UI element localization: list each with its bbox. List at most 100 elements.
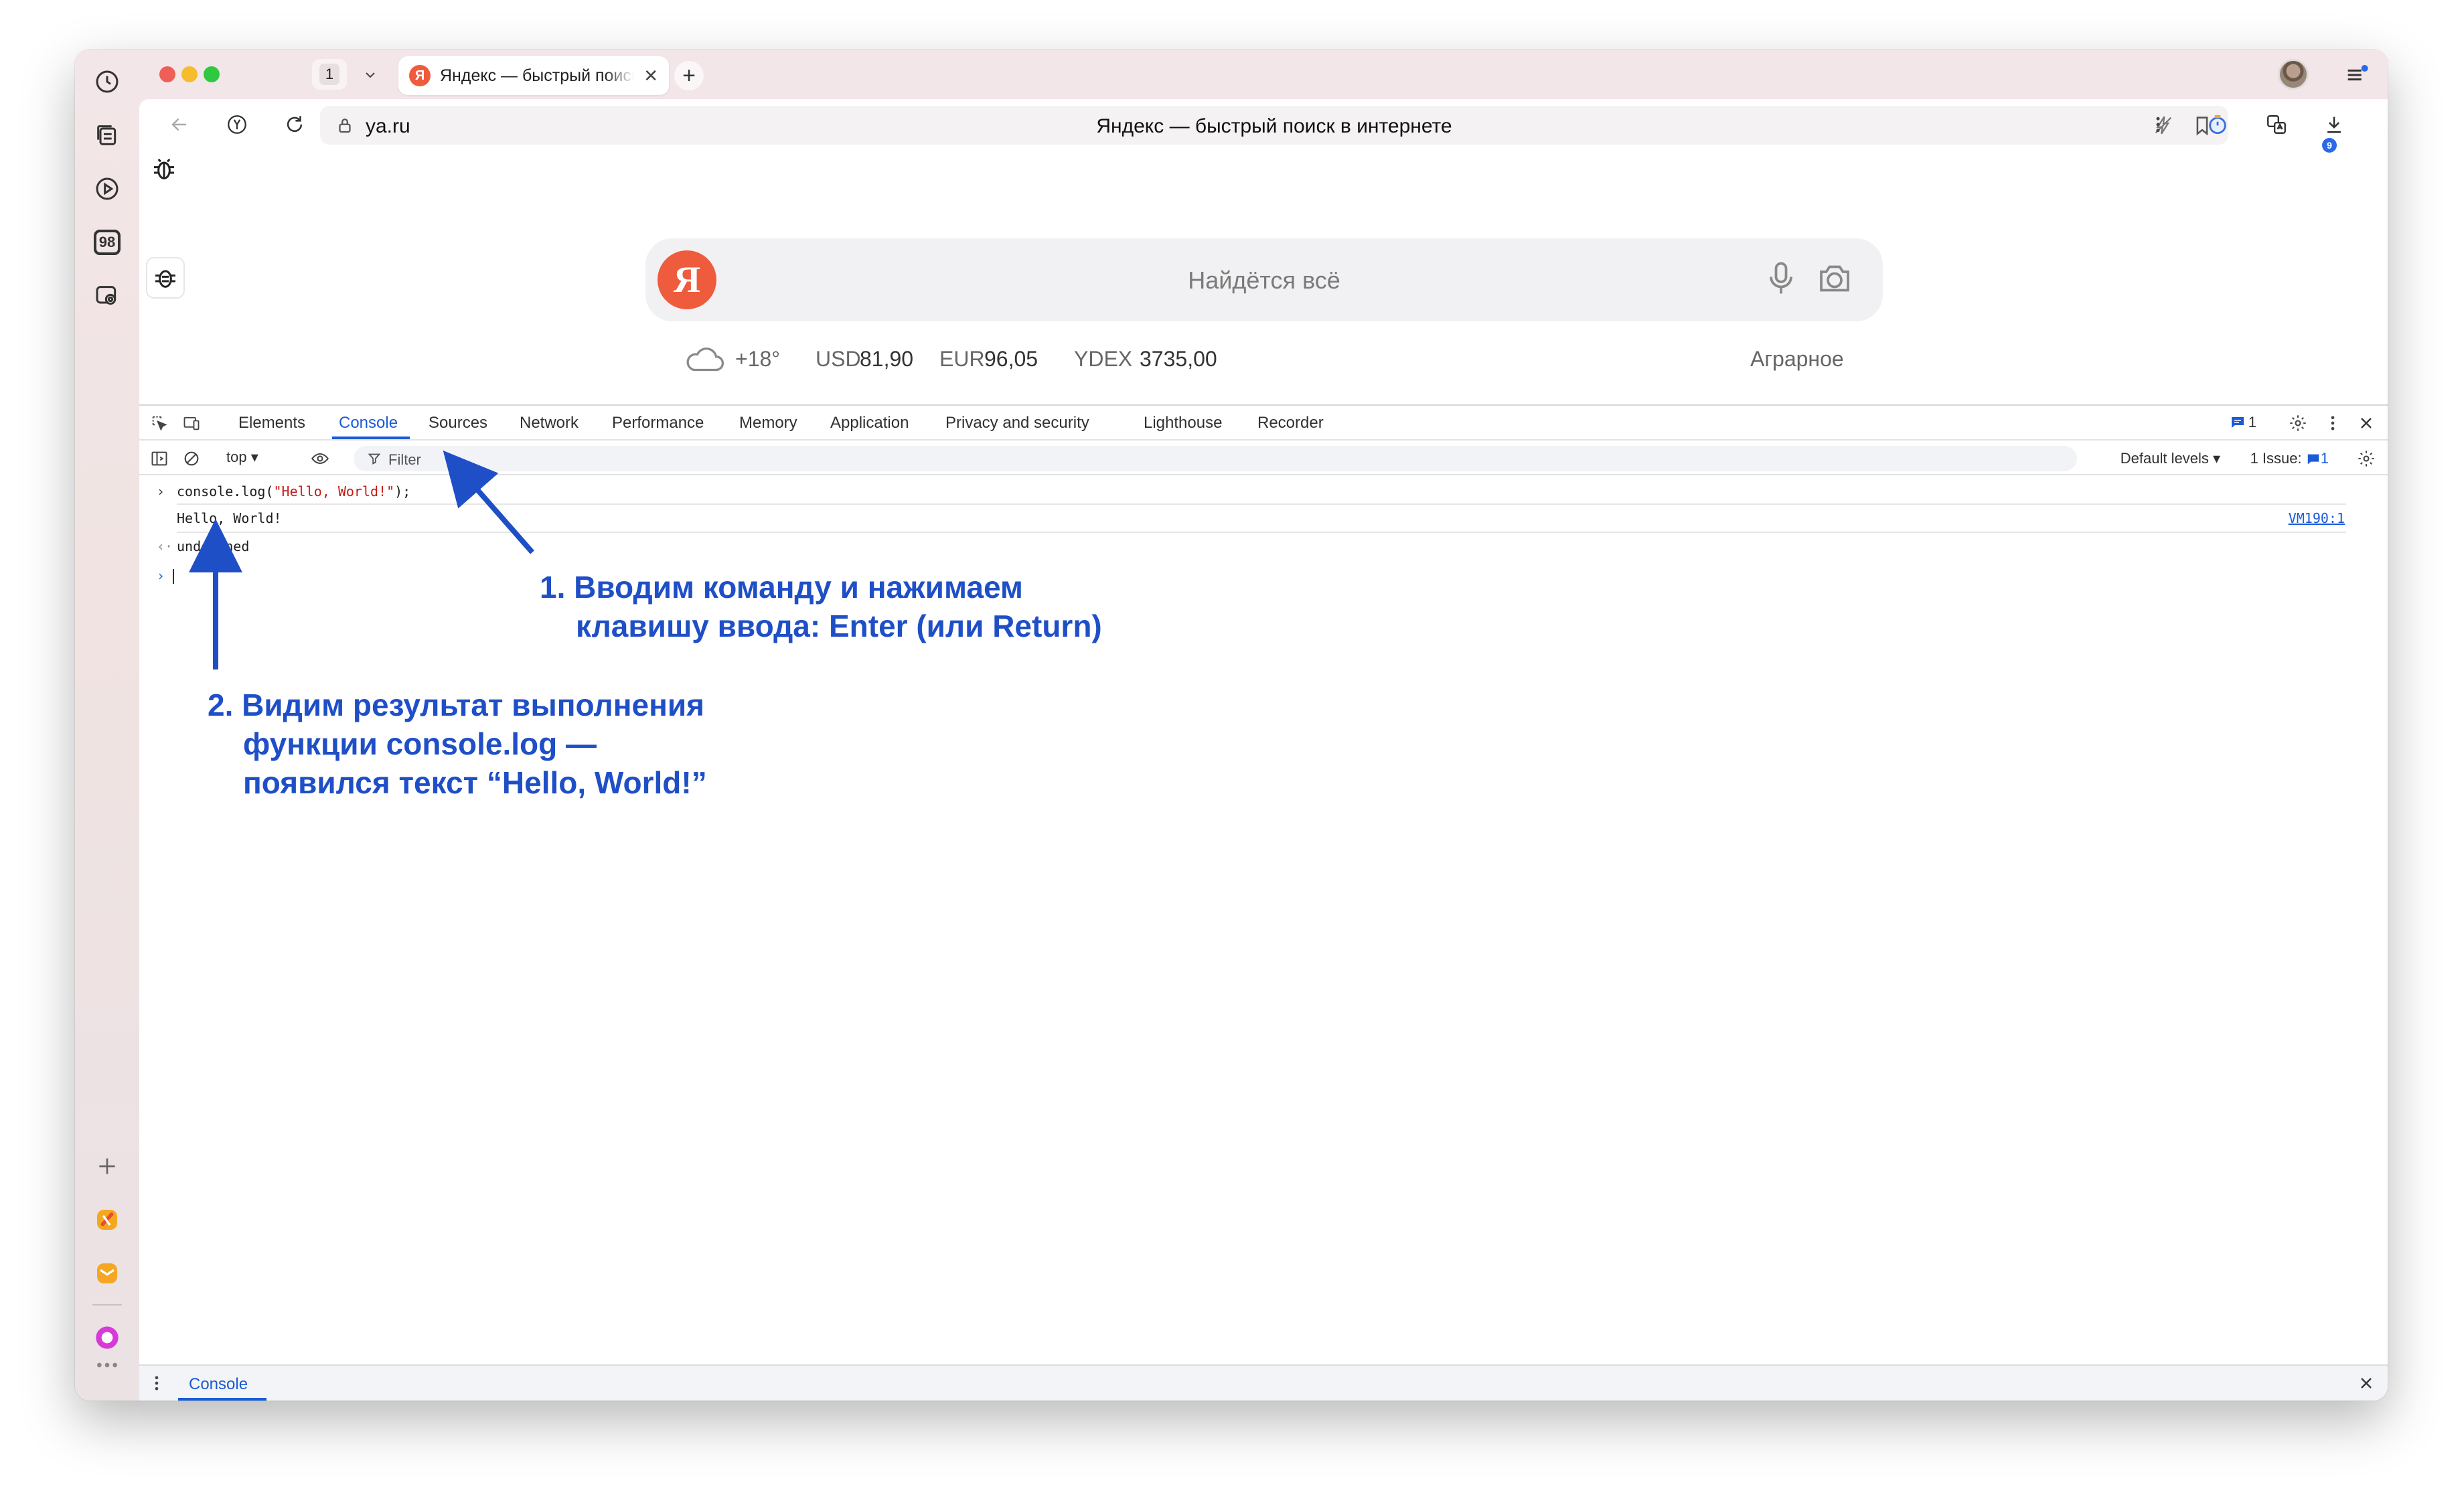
search-box[interactable]: Я Найдётся всё [645,238,1883,321]
settings-gear-icon[interactable] [2287,412,2309,434]
microphone-icon[interactable] [1761,258,1801,299]
return-value: undefined [177,538,250,554]
devtools-tab-sources[interactable]: Sources [429,414,487,432]
tab-title: Яндекс — быстрый поиск в интернете [440,66,634,85]
downloads-count-badge: 9 [2322,138,2337,153]
console-log-row: Hello, World! VM190:1 [139,503,2388,532]
sidebar-toggle-icon[interactable] [149,448,170,469]
drawer-tab-console[interactable]: Console [189,1375,248,1394]
clear-console-icon[interactable] [181,448,202,469]
video-icon[interactable] [88,170,126,208]
console-prompt-row[interactable]: › [139,561,2388,589]
console-return-row: ‹· undefined [139,532,2388,560]
yandex-favicon-icon: Я [409,65,431,86]
close-window-button[interactable] [159,66,175,82]
sidebar-divider [92,1304,122,1306]
annotation-step-2: 2. Видим результат выполнения функции co… [208,688,707,800]
new-tab-button[interactable]: + [674,61,704,90]
screenshot-icon[interactable] [88,277,126,315]
reload-icon[interactable] [280,110,309,139]
usd-value: 81,90 [860,347,914,371]
console-input-row: › console.log("Hello, World!"); [157,483,411,499]
inspect-element-icon[interactable] [149,412,170,434]
cloud-weather-icon [686,347,724,372]
devtools-tab-privacy[interactable]: Privacy and security [945,414,1089,432]
issues-counter[interactable]: 1 Issue: 1 [2250,450,2329,467]
source-link[interactable]: VM190:1 [2289,510,2345,526]
log-output: Hello, World! [177,510,282,526]
close-devtools-icon[interactable] [2356,412,2377,434]
devtools-tabbar: Elements Console Sources Network Perform… [139,406,2388,441]
timer-extension-icon[interactable] [2203,110,2232,139]
location-label[interactable]: Аграрное [1750,347,1844,372]
devtools-tab-performance[interactable]: Performance [612,414,704,432]
menu-icon[interactable] [2343,62,2370,88]
console-settings-gear-icon[interactable] [2356,448,2377,469]
annotation-step-1: 1. Вводим команду и нажимаем клавишу вво… [540,570,1102,643]
console-output[interactable]: › console.log("Hello, World!"); Hello, W… [139,477,2388,1364]
messages-counter[interactable]: 1 [2230,414,2256,431]
filter-input[interactable]: Filter [354,446,2077,471]
page-title: Яндекс — быстрый поиск в интернете [1096,115,1452,137]
bug-report-icon[interactable] [147,153,181,186]
drawer-active-indicator [178,1398,266,1401]
history-icon[interactable] [88,63,126,100]
chevron-down-icon[interactable] [356,62,385,88]
devtools-tab-memory[interactable]: Memory [739,414,797,432]
close-drawer-icon[interactable] [2356,1372,2377,1394]
message-icon [2231,417,2244,428]
address-toolbar: ya.ru Яндекс — быстрый поиск в интернете… [139,99,2388,153]
filter-funnel-icon [368,453,381,465]
minimize-window-button[interactable] [181,66,198,82]
usd-label[interactable]: USD [816,347,861,372]
devtools-bug-icon[interactable] [146,257,185,299]
input-chevron-icon: › [157,483,165,499]
avatar[interactable] [2278,59,2309,90]
alice-icon[interactable] [88,1319,126,1356]
more-vertical-icon[interactable] [2148,110,2168,139]
devtools-tab-recorder[interactable]: Recorder [1257,414,1324,432]
context-selector[interactable]: top ▾ [226,449,258,466]
close-tab-icon[interactable]: ✕ [643,66,658,86]
collections-icon[interactable] [88,116,126,154]
notifications-badge[interactable]: 98 [88,224,126,261]
devtools-panel: Elements Console Sources Network Perform… [139,404,2388,1401]
add-icon[interactable] [88,1148,126,1185]
devtools-tab-network[interactable]: Network [520,414,579,432]
log-levels-dropdown[interactable]: Default levels ▾ [2121,450,2220,467]
maximize-window-button[interactable] [204,66,220,82]
downloads-icon[interactable]: 9 [2319,110,2349,153]
text-caret [173,569,174,584]
devtools-tab-console[interactable]: Console [339,414,398,432]
translate-icon[interactable] [2262,110,2291,139]
issue-message-icon [2307,454,2319,465]
eur-label[interactable]: EUR [939,347,985,372]
yandex-app-icon[interactable] [88,1201,126,1239]
ydex-label[interactable]: YDEX [1074,347,1132,372]
browser-sidebar: 98 [75,50,139,1401]
tab-strip: 1 Я Яндекс — быстрый поиск в интернете ✕… [139,50,2388,99]
devtools-tab-elements[interactable]: Elements [238,414,305,432]
filter-placeholder: Filter [388,451,421,468]
eur-value: 96,05 [984,347,1038,371]
tab-yandex[interactable]: Я Яндекс — быстрый поиск в интернете ✕ [398,56,669,95]
prompt-chevron-icon: › [157,568,165,584]
tab-counter-button[interactable]: 1 [312,59,347,90]
device-toolbar-icon[interactable] [181,412,202,434]
devtools-tab-lighthouse[interactable]: Lighthouse [1144,414,1222,432]
mail-icon[interactable] [88,1255,126,1292]
live-expression-eye-icon[interactable] [309,448,331,469]
devtools-drawer: Console [139,1364,2388,1401]
yandex-home-icon[interactable] [222,110,252,139]
weather-temp[interactable]: +18° [735,347,780,372]
camera-search-icon[interactable] [1815,258,1855,299]
more-dots-icon[interactable] [88,1355,126,1375]
active-tab-indicator [332,437,410,439]
devtools-tab-application[interactable]: Application [830,414,909,432]
ydex-value: 3735,00 [1140,347,1217,371]
back-arrow-icon[interactable] [165,110,194,139]
search-placeholder: Найдётся всё [1188,266,1340,294]
drawer-menu-icon[interactable] [146,1372,167,1394]
address-bar[interactable]: ya.ru Яндекс — быстрый поиск в интернете [320,106,2228,145]
devtools-more-icon[interactable] [2322,412,2343,434]
